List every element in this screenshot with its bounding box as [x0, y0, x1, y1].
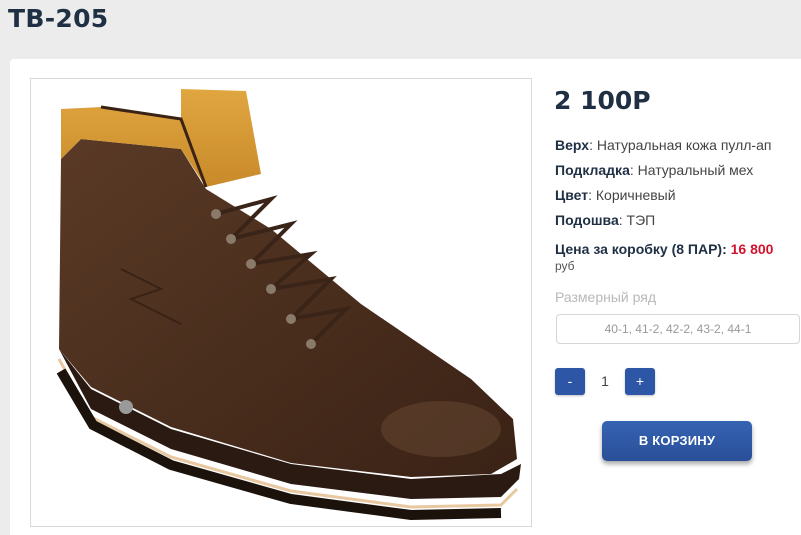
spec-value: : Натуральный мех: [629, 162, 754, 178]
spec-color: Цвет: Коричневый: [555, 187, 676, 203]
spec-lining: Подкладка: Натуральный мех: [555, 162, 753, 178]
spec-value: : Натуральная кожа пулл-ап: [589, 137, 772, 153]
box-price-value: 16 800: [730, 241, 774, 257]
box-price-unit: руб: [555, 259, 575, 273]
product-price: 2 100Р: [554, 86, 651, 115]
size-range-select[interactable]: 40-1, 41-2, 42-2, 43-2, 44-1: [556, 314, 800, 344]
product-photo[interactable]: [30, 78, 532, 527]
quantity-increase-button[interactable]: +: [625, 368, 655, 395]
spec-value: : ТЭП: [618, 212, 656, 228]
spec-upper: Верх: Натуральная кожа пулл-ап: [555, 137, 771, 153]
spec-label: Цвет: [555, 187, 589, 203]
size-range-label: Размерный ряд: [555, 289, 657, 305]
page-title: TB-205: [8, 4, 109, 33]
spec-label: Подошва: [555, 212, 619, 228]
quantity-decrease-button[interactable]: -: [555, 368, 585, 395]
spec-value: : Коричневый: [588, 187, 676, 203]
spec-sole: Подошва: ТЭП: [555, 212, 655, 228]
quantity-input[interactable]: 1: [593, 368, 617, 395]
spec-label: Верх: [555, 137, 590, 153]
box-price-label: Цена за коробку (8 ПАР):: [555, 241, 727, 257]
spec-label: Подкладка: [555, 162, 630, 178]
boot-image: [56, 89, 521, 521]
box-price: Цена за коробку (8 ПАР): 16 800: [555, 241, 773, 257]
add-to-cart-button[interactable]: В КОРЗИНУ: [602, 421, 752, 461]
